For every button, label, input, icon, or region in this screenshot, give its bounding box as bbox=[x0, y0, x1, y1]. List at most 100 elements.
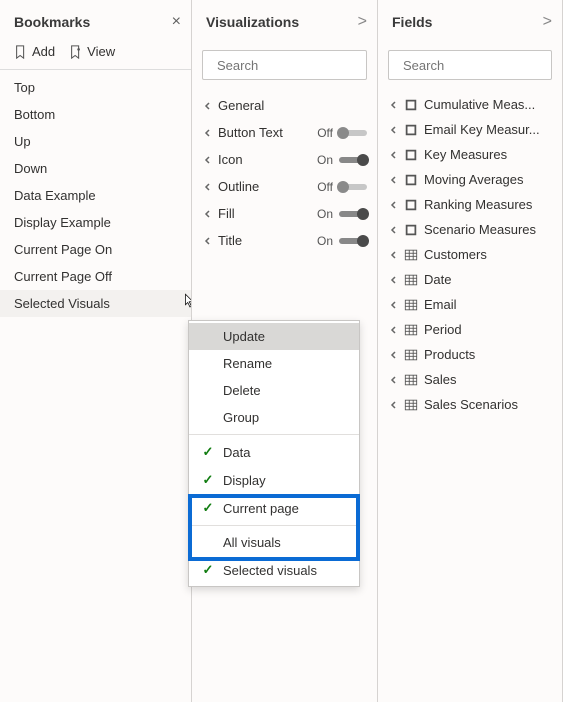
table-icon bbox=[404, 298, 418, 312]
viz-property-row[interactable]: IconOn bbox=[192, 146, 377, 173]
fields-title: Fields bbox=[392, 14, 432, 30]
bookmark-item[interactable]: Data Example bbox=[0, 182, 191, 209]
toggle-switch[interactable]: On bbox=[317, 234, 367, 248]
context-menu-item[interactable]: ✓Current page bbox=[189, 494, 359, 522]
add-bookmark-button[interactable]: Add bbox=[14, 44, 55, 59]
collapse-icon[interactable]: > bbox=[358, 13, 367, 31]
toggle-knob bbox=[337, 181, 349, 193]
chevron-down-icon bbox=[388, 125, 398, 135]
viz-property-row[interactable]: Title On bbox=[192, 227, 377, 254]
field-label: Ranking Measures bbox=[424, 197, 532, 212]
bookmark-view-icon bbox=[69, 45, 83, 59]
chevron-down-icon bbox=[202, 236, 212, 246]
field-item[interactable]: Customers bbox=[378, 242, 562, 267]
viz-property-row[interactable]: Button Text Off bbox=[192, 119, 377, 146]
field-item[interactable]: Email bbox=[378, 292, 562, 317]
viz-property-label: Button Text bbox=[218, 125, 283, 140]
field-item[interactable]: Moving Averages bbox=[378, 167, 562, 192]
collapse-icon[interactable]: > bbox=[543, 13, 552, 31]
viz-property-row[interactable]: Fill On bbox=[192, 200, 377, 227]
chevron-down-icon bbox=[388, 325, 398, 335]
context-menu-label: Selected visuals bbox=[223, 563, 317, 578]
toggle-switch[interactable]: On bbox=[317, 207, 367, 221]
context-menu-item[interactable]: ✓Data bbox=[189, 438, 359, 466]
toggle-state-label: On bbox=[317, 234, 333, 248]
bookmark-item[interactable]: Selected Visuals bbox=[0, 290, 191, 317]
fields-search-box[interactable] bbox=[388, 50, 552, 80]
bookmarks-title: Bookmarks bbox=[14, 14, 90, 30]
field-label: Scenario Measures bbox=[424, 222, 536, 237]
chevron-down-icon bbox=[388, 300, 398, 310]
toggle-switch[interactable]: Off bbox=[317, 180, 367, 194]
toggle-track bbox=[339, 238, 367, 244]
measure-table-icon bbox=[404, 98, 418, 112]
check-icon: ✓ bbox=[201, 444, 215, 460]
bookmark-item[interactable]: Current Page On bbox=[0, 236, 191, 263]
measure-table-icon bbox=[404, 198, 418, 212]
bookmark-item[interactable]: Display Example bbox=[0, 209, 191, 236]
field-item[interactable]: Products bbox=[378, 342, 562, 367]
bookmarks-pane: Bookmarks × Add View TopBottomUpDownData… bbox=[0, 0, 192, 702]
toggle-track bbox=[339, 130, 367, 136]
bookmark-list: TopBottomUpDownData ExampleDisplay Examp… bbox=[0, 70, 191, 321]
context-menu-label: Delete bbox=[223, 383, 261, 398]
viz-property-row[interactable]: General bbox=[192, 92, 377, 119]
field-item[interactable]: Email Key Measur... bbox=[378, 117, 562, 142]
field-label: Date bbox=[424, 272, 451, 287]
field-label: Products bbox=[424, 347, 475, 362]
table-icon bbox=[404, 398, 418, 412]
bookmark-item[interactable]: Top bbox=[0, 74, 191, 101]
field-item[interactable]: Key Measures bbox=[378, 142, 562, 167]
field-item[interactable]: Scenario Measures bbox=[378, 217, 562, 242]
context-menu-item[interactable]: Group bbox=[189, 404, 359, 431]
close-icon[interactable]: × bbox=[172, 13, 181, 31]
context-menu-item[interactable]: ✓Display bbox=[189, 466, 359, 494]
chevron-down-icon bbox=[202, 128, 212, 138]
bookmarks-header: Bookmarks × bbox=[0, 0, 191, 44]
view-bookmark-button[interactable]: View bbox=[69, 44, 115, 59]
add-label: Add bbox=[32, 44, 55, 59]
table-icon bbox=[404, 323, 418, 337]
field-item[interactable]: Cumulative Meas... bbox=[378, 92, 562, 117]
measure-table-icon bbox=[404, 173, 418, 187]
chevron-down-icon bbox=[202, 101, 212, 111]
chevron-down-icon bbox=[388, 175, 398, 185]
check-icon: ✓ bbox=[201, 472, 215, 488]
viz-property-label: Fill bbox=[218, 206, 235, 221]
context-menu-label: All visuals bbox=[223, 535, 281, 550]
field-item[interactable]: Period bbox=[378, 317, 562, 342]
measure-table-icon bbox=[404, 223, 418, 237]
context-menu-item[interactable]: Delete bbox=[189, 377, 359, 404]
field-item[interactable]: Ranking Measures bbox=[378, 192, 562, 217]
viz-property-label: Title bbox=[218, 233, 242, 248]
viz-search-input[interactable] bbox=[217, 58, 378, 73]
fields-list: Cumulative Meas...Email Key Measur...Key… bbox=[378, 86, 562, 423]
bookmark-item[interactable]: Current Page Off bbox=[0, 263, 191, 290]
field-item[interactable]: Date bbox=[378, 267, 562, 292]
toggle-track bbox=[339, 211, 367, 217]
bookmark-item[interactable]: Bottom bbox=[0, 101, 191, 128]
bookmark-item[interactable]: Up bbox=[0, 128, 191, 155]
fields-search-input[interactable] bbox=[403, 58, 563, 73]
bookmark-item[interactable]: Down bbox=[0, 155, 191, 182]
viz-search-box[interactable] bbox=[202, 50, 367, 80]
context-menu-item[interactable]: ✓Selected visuals bbox=[189, 556, 359, 584]
chevron-down-icon bbox=[388, 200, 398, 210]
toggle-switch[interactable]: On bbox=[317, 153, 367, 167]
context-menu-item[interactable]: Update bbox=[189, 323, 359, 350]
toggle-track bbox=[339, 157, 367, 163]
toggle-switch[interactable]: Off bbox=[317, 126, 367, 140]
chevron-down-icon bbox=[388, 250, 398, 260]
bookmark-add-icon bbox=[14, 45, 28, 59]
toggle-state-label: Off bbox=[317, 180, 333, 194]
fields-pane: Fields > Cumulative Meas...Email Key Mea… bbox=[378, 0, 563, 702]
check-icon: ✓ bbox=[201, 500, 215, 516]
context-menu-item[interactable]: All visuals bbox=[189, 529, 359, 556]
context-menu-item[interactable]: Rename bbox=[189, 350, 359, 377]
field-item[interactable]: Sales Scenarios bbox=[378, 392, 562, 417]
field-item[interactable]: Sales bbox=[378, 367, 562, 392]
chevron-down-icon bbox=[388, 150, 398, 160]
visualizations-header: Visualizations > bbox=[192, 0, 377, 44]
viz-property-row[interactable]: OutlineOff bbox=[192, 173, 377, 200]
bookmarks-toolbar: Add View bbox=[0, 44, 191, 69]
